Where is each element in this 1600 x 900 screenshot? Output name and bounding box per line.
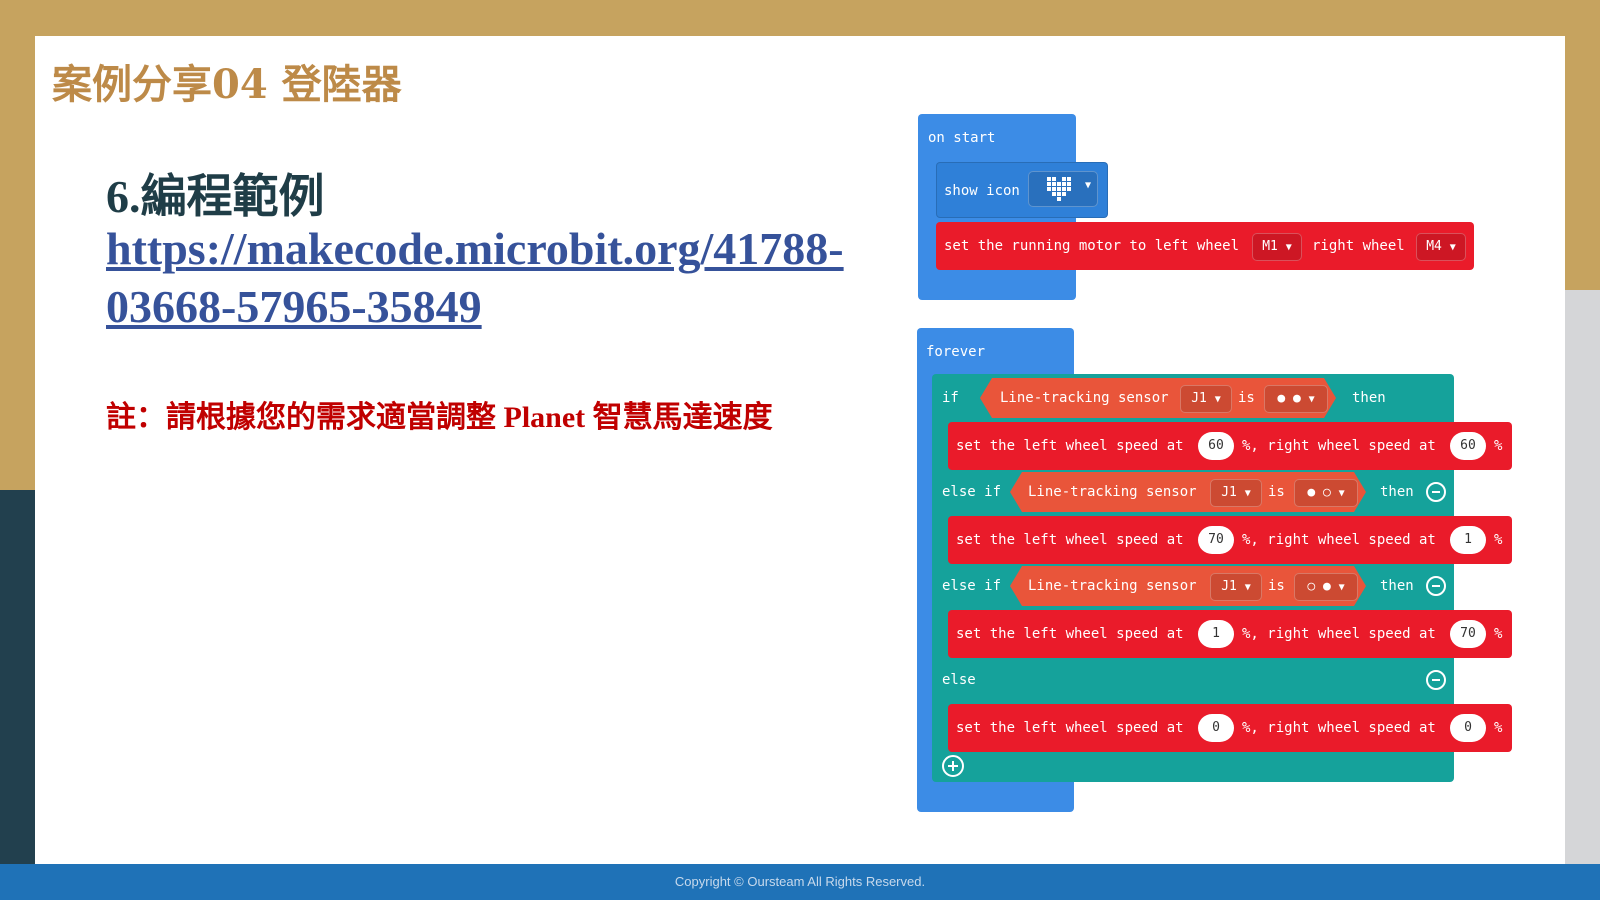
percent-label: % [1494,438,1503,454]
percent-label: % [1494,532,1503,548]
chevron-down-icon: ▼ [1084,180,1091,191]
is-label: is [1268,484,1285,500]
set-right-text: %, right wheel speed at [1242,626,1436,642]
chevron-down-icon: ▼ [1338,582,1345,593]
right-wheel-dropdown[interactable]: M4 ▼ [1416,233,1466,261]
forever-label: forever [926,344,986,360]
icon-dropdown[interactable]: ▼ [1028,171,1098,207]
heart-icon [1047,177,1071,201]
makecode-link[interactable]: https://makecode.microbit.org/41788-0366… [106,220,866,336]
else-if-label: else if [942,578,1002,594]
chevron-down-icon: ▼ [1244,488,1251,499]
chevron-down-icon: ▼ [1308,394,1315,405]
footer-bar: Copyright © Oursteam All Rights Reserved… [0,864,1600,900]
then-label: then [1380,484,1414,500]
left-speed-input[interactable]: 1 [1198,620,1234,648]
set-left-text: set the left wheel speed at [956,720,1184,736]
else-if-label: else if [942,484,1002,500]
set-right-text: %, right wheel speed at [1242,438,1436,454]
chevron-down-icon: ▼ [1214,394,1221,405]
state-dropdown[interactable]: ● ○ ▼ [1294,479,1358,507]
port-dropdown[interactable]: J1 ▼ [1210,573,1262,601]
then-label: then [1380,578,1414,594]
chevron-down-icon: ▼ [1338,488,1345,499]
chevron-down-icon: ▼ [1449,242,1456,253]
sensor-label: Line-tracking sensor [1028,578,1197,594]
if-label: if [942,390,959,406]
right-speed-input[interactable]: 60 [1450,432,1486,460]
background-dark-panel [0,490,40,900]
set-left-text: set the left wheel speed at [956,626,1184,642]
right-speed-input[interactable]: 1 [1450,526,1486,554]
is-label: is [1268,578,1285,594]
remove-branch-icon[interactable] [1426,576,1446,596]
state-dropdown[interactable]: ○ ● ▼ [1294,573,1358,601]
remove-branch-icon[interactable] [1426,670,1446,690]
show-icon-label: show icon [944,183,1020,199]
port-dropdown[interactable]: J1 ▼ [1210,479,1262,507]
sensor-label: Line-tracking sensor [1000,390,1169,406]
remove-branch-icon[interactable] [1426,482,1446,502]
background-grey-panel [1560,290,1600,890]
left-wheel-dropdown[interactable]: M1 ▼ [1252,233,1302,261]
left-speed-input[interactable]: 60 [1198,432,1234,460]
slide-title: 案例分享04 登陸器 [52,61,402,108]
state-dropdown[interactable]: ● ● ▼ [1264,385,1328,413]
else-label: else [942,672,976,688]
chevron-down-icon: ▼ [1285,242,1292,253]
set-left-text: set the left wheel speed at [956,438,1184,454]
copyright-text: Copyright © Oursteam All Rights Reserved… [674,874,926,889]
percent-label: % [1494,626,1503,642]
left-speed-input[interactable]: 70 [1198,526,1234,554]
set-right-text: %, right wheel speed at [1242,532,1436,548]
sensor-label: Line-tracking sensor [1028,484,1197,500]
percent-label: % [1494,720,1503,736]
is-label: is [1238,390,1255,406]
left-speed-input[interactable]: 0 [1198,714,1234,742]
right-speed-input[interactable]: 0 [1450,714,1486,742]
motor-text: set the running motor to left wheel [944,238,1240,254]
right-wheel-text: right wheel [1312,238,1405,254]
section-heading: 6.編程範例 [106,171,325,222]
set-left-text: set the left wheel speed at [956,532,1184,548]
set-right-text: %, right wheel speed at [1242,720,1436,736]
right-speed-input[interactable]: 70 [1450,620,1486,648]
speed-note: 註：請根據您的需求適當調整 Planet 智慧馬達速度 [106,401,773,434]
then-label: then [1352,390,1386,406]
chevron-down-icon: ▼ [1244,582,1251,593]
add-branch-icon[interactable] [942,755,964,777]
port-dropdown[interactable]: J1 ▼ [1180,385,1232,413]
on-start-label: on start [928,130,996,146]
